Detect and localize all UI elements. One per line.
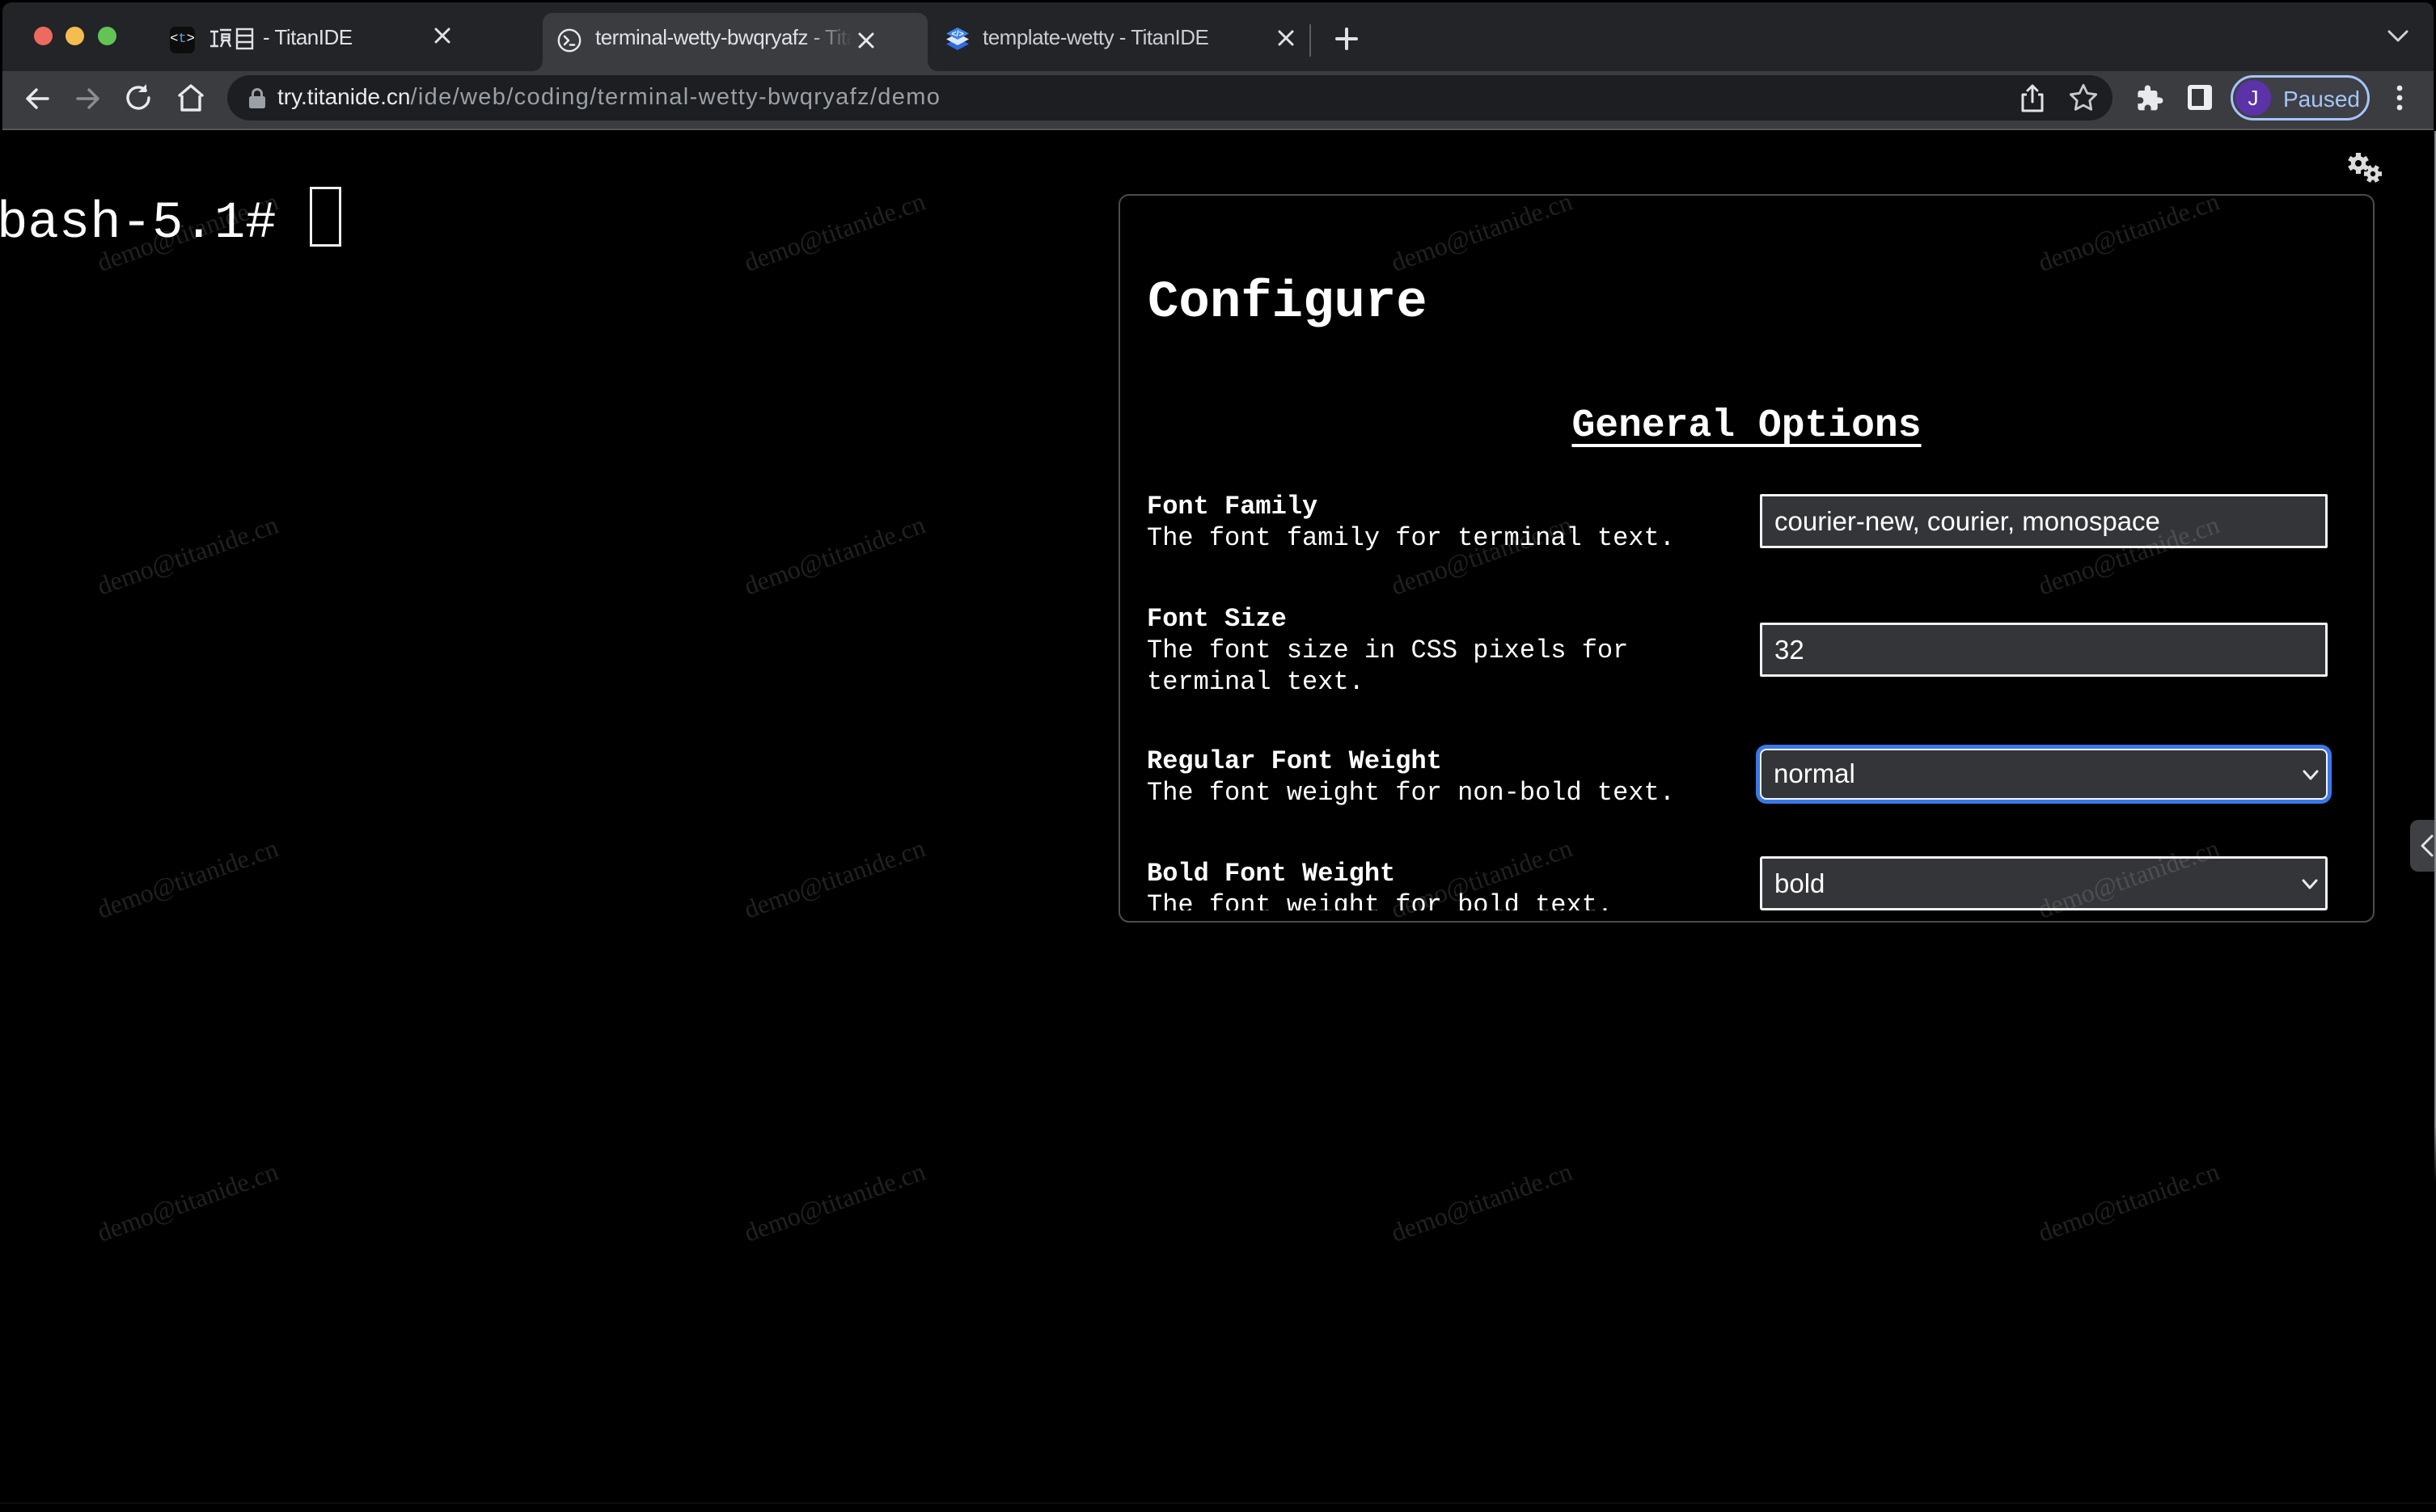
svg-text:</>: </> [951, 29, 963, 39]
